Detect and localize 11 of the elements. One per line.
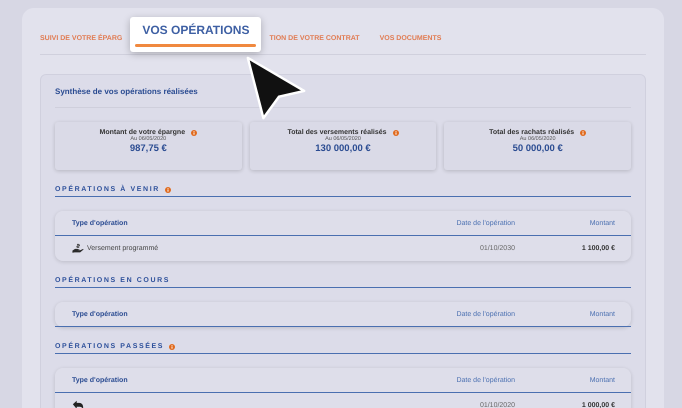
return-arrow-icon xyxy=(72,400,84,408)
info-icon[interactable] xyxy=(169,344,176,350)
summary-amount: 50 000,00 € xyxy=(512,143,563,154)
hand-coin-icon xyxy=(72,243,84,254)
info-icon[interactable] xyxy=(392,130,399,136)
tab[interactable]: VOS OPÉRATIONS xyxy=(130,17,262,52)
info-icon[interactable] xyxy=(191,130,198,136)
summary-amount: 987,75 € xyxy=(130,143,167,154)
info-icon[interactable] xyxy=(164,186,171,192)
summary-amount: 130 000,00 € xyxy=(315,143,371,154)
info-icon[interactable] xyxy=(580,130,586,136)
